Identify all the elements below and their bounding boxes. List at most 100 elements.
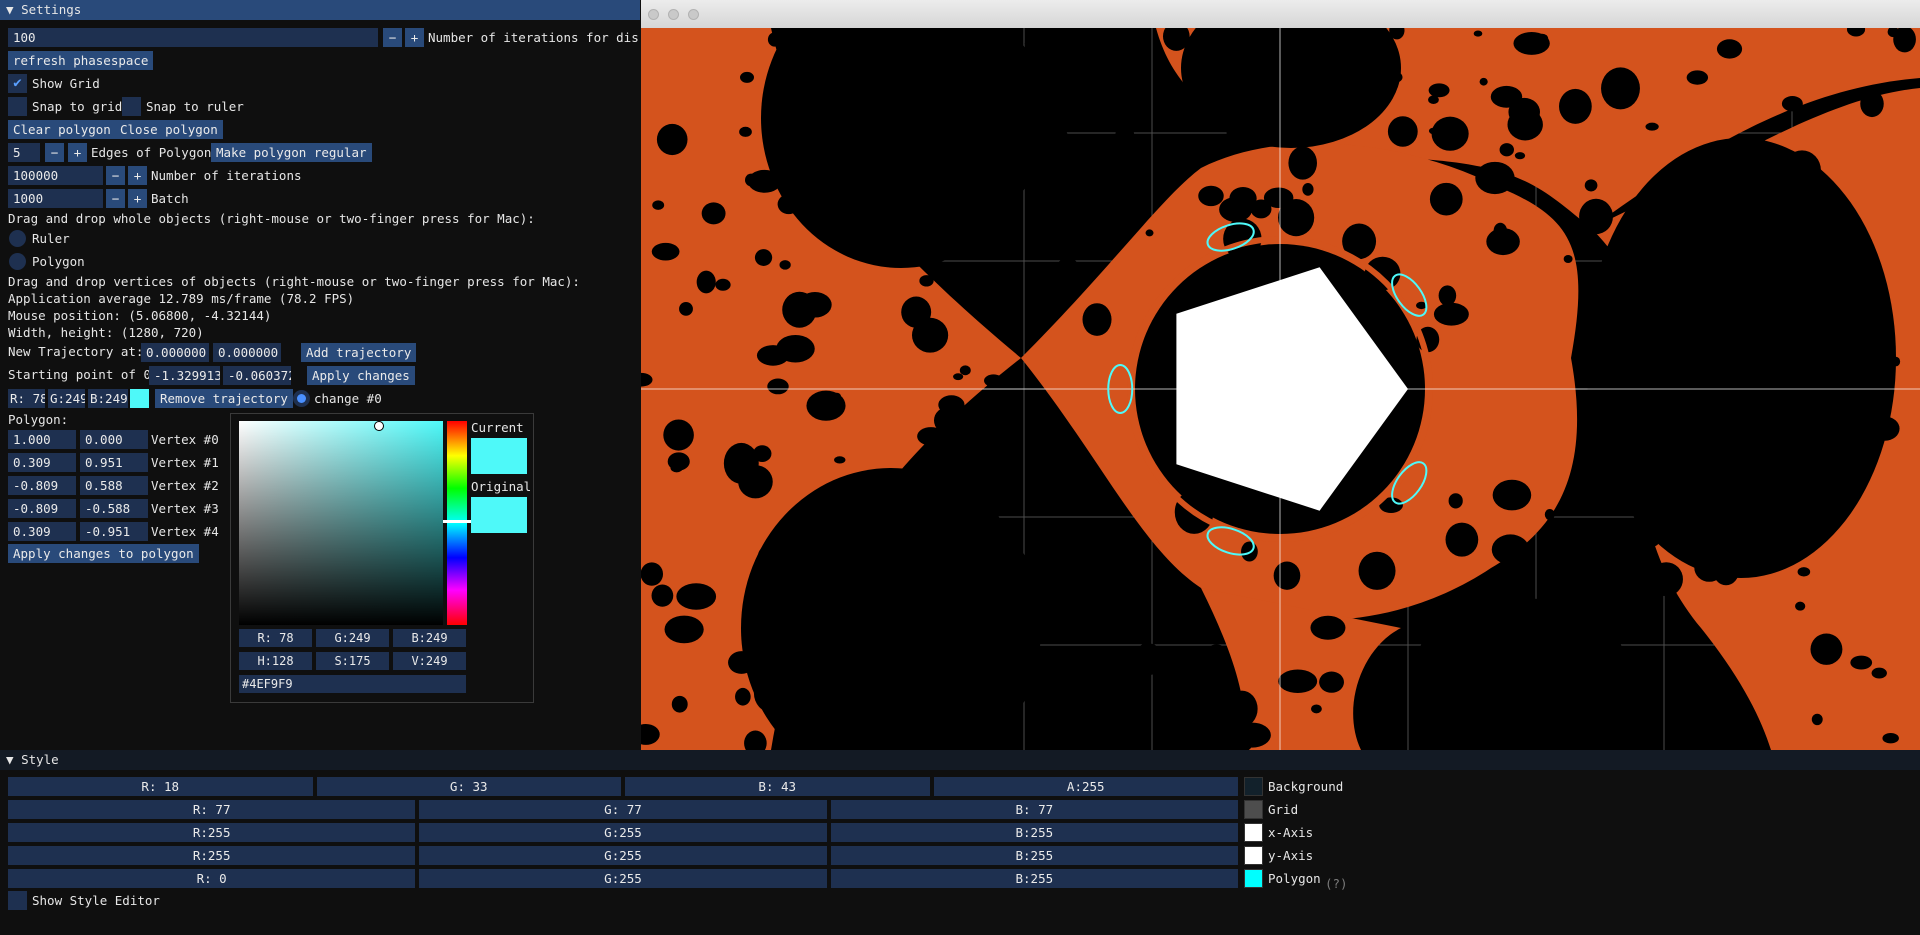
window-titlebar[interactable] (641, 0, 1920, 28)
ruler-radio[interactable] (9, 230, 26, 247)
edges-input[interactable]: 5 (8, 143, 40, 162)
show-grid-checkbox[interactable]: ✔ (8, 74, 27, 93)
phasespace-hole (1631, 520, 1646, 536)
show-style-editor-checkbox[interactable] (8, 891, 27, 910)
snap-to-grid-checkbox[interactable] (8, 97, 27, 116)
picker-saturation-field[interactable]: S:175 (316, 652, 389, 670)
phasespace-canvas[interactable] (641, 28, 1920, 750)
close-window-icon[interactable] (648, 9, 659, 20)
vertex-1-x-input[interactable]: 0.309 (8, 453, 76, 472)
style-x-axis-swatch[interactable] (1244, 823, 1263, 842)
picker-blue-field[interactable]: B:249 (393, 629, 466, 647)
hue-slider-handle[interactable] (443, 520, 471, 523)
style-x-axis-channel-0[interactable]: R:255 (8, 823, 416, 842)
trajectory-color-swatch[interactable] (130, 389, 149, 408)
picker-hue-field[interactable]: H:128 (239, 652, 312, 670)
batch-increment-button[interactable]: + (128, 189, 147, 208)
batch-input[interactable]: 1000 (8, 189, 103, 208)
polygon-radio[interactable] (9, 253, 26, 270)
num-iterations-input[interactable]: 100000 (8, 166, 103, 185)
snap-to-ruler-checkbox[interactable] (122, 97, 141, 116)
vertex-2-x-input[interactable]: -0.809 (8, 476, 76, 495)
add-trajectory-button[interactable]: Add trajectory (301, 343, 417, 362)
vertex-4-y-input[interactable]: -0.951 (80, 522, 148, 541)
style-y-axis-swatch[interactable] (1244, 846, 1263, 865)
batch-decrement-button[interactable]: − (106, 189, 125, 208)
vertex-4-x-input[interactable]: 0.309 (8, 522, 76, 541)
collapse-arrow-icon[interactable]: ▼ (0, 752, 14, 767)
phasespace-hole (960, 639, 985, 665)
saturation-value-square[interactable] (239, 421, 443, 625)
hue-slider[interactable] (447, 421, 467, 625)
disco-iterations-decrement-button[interactable]: − (383, 28, 402, 47)
remove-trajectory-button[interactable]: Remove trajectory (155, 389, 293, 408)
disco-iterations-input[interactable]: 100 (8, 28, 378, 47)
phasespace-hole (834, 456, 846, 464)
vertex-1-y-input[interactable]: 0.951 (80, 453, 148, 472)
style-background-channel-1[interactable]: G: 33 (316, 777, 621, 796)
apply-changes-button[interactable]: Apply changes (307, 366, 415, 385)
vertex-3-y-input[interactable]: -0.588 (80, 499, 148, 518)
polygon-help-marker[interactable]: (?) (1325, 874, 1348, 893)
phasespace-hole (851, 51, 863, 59)
make-polygon-regular-button[interactable]: Make polygon regular (211, 143, 372, 162)
style-background-channel-2[interactable]: B: 43 (625, 777, 930, 796)
picker-green-field[interactable]: G:249 (316, 629, 389, 647)
collapse-arrow-icon[interactable]: ▼ (0, 2, 14, 17)
edges-decrement-button[interactable]: − (45, 143, 64, 162)
picker-value-field[interactable]: V:249 (393, 652, 466, 670)
vertex-0-y-input[interactable]: 0.000 (80, 430, 148, 449)
style-polygon-channel-1[interactable]: G:255 (419, 869, 827, 888)
picker-hex-field[interactable]: #4EF9F9 (239, 675, 466, 693)
phasespace-hole (652, 200, 665, 210)
style-grid-channel-0[interactable]: R: 77 (8, 800, 416, 819)
new-trajectory-x-input[interactable]: 0.000000 (141, 343, 209, 362)
phasespace-hole (767, 32, 782, 47)
new-trajectory-y-input[interactable]: 0.000000 (213, 343, 281, 362)
style-background-swatch[interactable] (1244, 777, 1263, 796)
original-color-swatch[interactable] (471, 497, 527, 533)
clear-polygon-button[interactable]: Clear polygon (8, 120, 116, 139)
trajectory-blue-field[interactable]: B:249 (88, 389, 128, 408)
apply-changes-to-polygon-button[interactable]: Apply changes to polygon (8, 544, 199, 563)
minimize-window-icon[interactable] (668, 9, 679, 20)
num-iterations-increment-button[interactable]: + (128, 166, 147, 185)
style-polygon-swatch[interactable] (1244, 869, 1263, 888)
style-x-axis-channel-1[interactable]: G:255 (419, 823, 827, 842)
refresh-phasespace-button[interactable]: refresh phasespace (8, 51, 154, 70)
close-polygon-button[interactable]: Close polygon (115, 120, 223, 139)
style-y-axis-channel-0[interactable]: R:255 (8, 846, 416, 865)
style-grid-channel-2[interactable]: B: 77 (830, 800, 1238, 819)
maximize-window-icon[interactable] (688, 9, 699, 20)
style-header[interactable]: ▼ Style (0, 750, 1920, 770)
start-y-input[interactable]: -0.060372 (223, 366, 291, 385)
phasespace-hole (783, 28, 817, 50)
picker-red-field[interactable]: R: 78 (239, 629, 312, 647)
style-grid-channel-1[interactable]: G: 77 (419, 800, 827, 819)
style-background-channel-3[interactable]: A:255 (933, 777, 1238, 796)
style-y-axis-channel-2[interactable]: B:255 (830, 846, 1238, 865)
sv-cursor-handle[interactable] (374, 421, 384, 431)
start-x-input[interactable]: -1.329913 (149, 366, 220, 385)
style-y-axis-channel-1[interactable]: G:255 (419, 846, 827, 865)
vertex-3-x-input[interactable]: -0.809 (8, 499, 76, 518)
vertex-2-y-input[interactable]: 0.588 (80, 476, 148, 495)
trajectory-red-field[interactable]: R: 78 (8, 389, 45, 408)
style-grid-swatch[interactable] (1244, 800, 1263, 819)
disco-iterations-increment-button[interactable]: + (405, 28, 424, 47)
phasespace-hole (1514, 152, 1526, 160)
show-grid-label: Show Grid (32, 76, 100, 91)
phasespace-hole (790, 521, 830, 559)
num-iterations-decrement-button[interactable]: − (106, 166, 125, 185)
trajectory-green-field[interactable]: G:249 (48, 389, 85, 408)
phasespace-hole (798, 292, 832, 318)
style-polygon-channel-2[interactable]: B:255 (830, 869, 1238, 888)
style-x-axis-channel-2[interactable]: B:255 (830, 823, 1238, 842)
style-background-channel-0[interactable]: R: 18 (8, 777, 313, 796)
vertex-0-x-input[interactable]: 1.000 (8, 430, 76, 449)
change-trajectory-radio[interactable] (293, 390, 310, 407)
style-polygon-channel-0[interactable]: R: 0 (8, 869, 416, 888)
settings-header[interactable]: ▼ Settings (0, 0, 640, 20)
phasespace-hole (1769, 270, 1786, 283)
edges-increment-button[interactable]: + (68, 143, 87, 162)
